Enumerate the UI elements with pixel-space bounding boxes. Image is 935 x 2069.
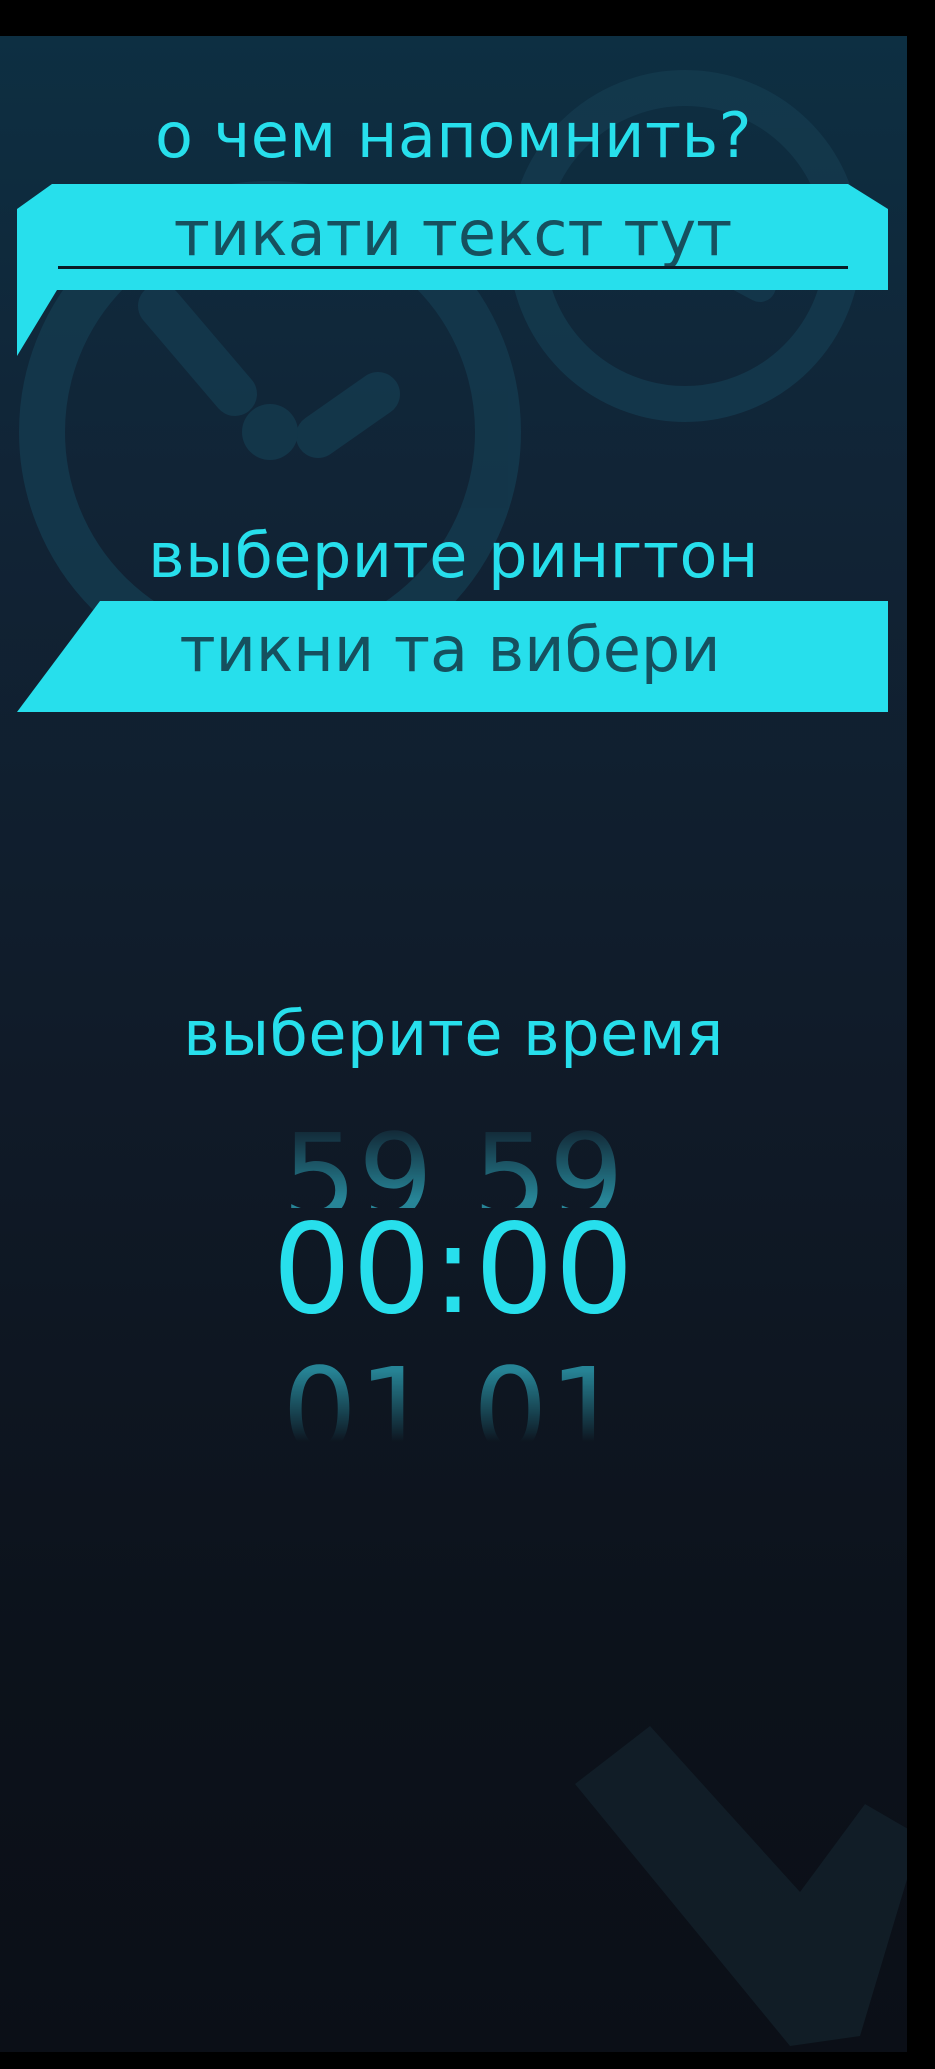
reminder-screen: о чем напомнить? тикати текст тут выбери… — [0, 36, 907, 2052]
time-picker-next[interactable]: 01 01 — [0, 1352, 907, 1442]
choose-ringtone-button[interactable]: тикни та вибери — [110, 602, 790, 702]
time-label: выберите время — [183, 997, 724, 1070]
time-picker-previous[interactable]: 59 59 — [0, 1118, 907, 1208]
checkmark-icon — [575, 1726, 907, 2046]
time-picker-selected[interactable]: 00:00 — [0, 1208, 907, 1332]
